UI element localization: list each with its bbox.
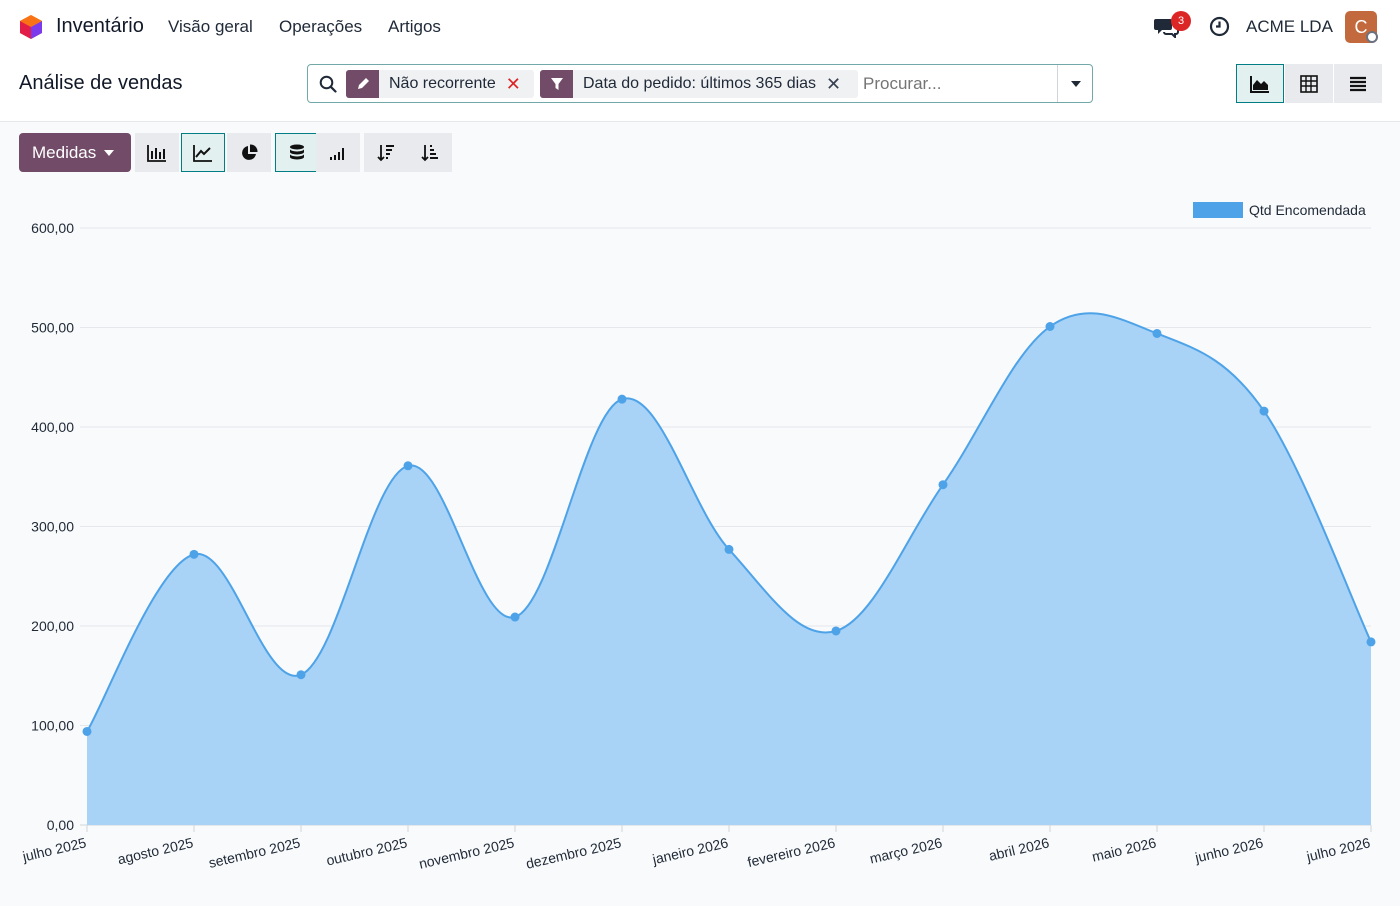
sort-ascending-button[interactable]	[408, 133, 452, 172]
line-chart-button[interactable]	[181, 133, 225, 172]
data-point[interactable]	[1045, 322, 1055, 332]
clock-icon[interactable]	[1209, 16, 1230, 37]
x-tick-label: julho 2026	[1304, 834, 1372, 864]
page-title: Análise de vendas	[19, 72, 183, 94]
x-tick-label: julho 2025	[20, 834, 88, 864]
y-tick-label: 0,00	[47, 817, 74, 833]
list-view-button[interactable]	[1334, 64, 1382, 103]
data-point[interactable]	[403, 461, 413, 471]
search-options-toggle[interactable]	[1057, 65, 1093, 102]
x-tick-label: agosto 2025	[116, 834, 195, 867]
bar-chart-icon	[147, 144, 166, 162]
control-panel: Análise de vendas Não recorrente ✕ Data …	[0, 54, 1400, 122]
y-tick-label: 500,00	[31, 320, 74, 336]
series-area-fill	[87, 313, 1371, 825]
y-tick-label: 400,00	[31, 419, 74, 435]
data-point[interactable]	[510, 612, 520, 622]
pie-chart-button[interactable]	[227, 133, 271, 172]
graph-view-button[interactable]	[1236, 64, 1284, 103]
x-tick-label: março 2026	[868, 834, 944, 866]
data-point[interactable]	[1366, 637, 1376, 647]
app-name[interactable]: Inventário	[56, 15, 144, 38]
data-point[interactable]	[1152, 328, 1162, 338]
stacked-button[interactable]	[275, 133, 319, 172]
pivot-view-button[interactable]	[1285, 64, 1333, 103]
pie-chart-icon	[242, 143, 258, 160]
y-tick-label: 600,00	[31, 220, 74, 236]
sort-ascending-icon	[421, 144, 438, 161]
legend-swatch[interactable]	[1193, 202, 1243, 218]
y-tick-label: 100,00	[31, 718, 74, 734]
data-point[interactable]	[831, 626, 841, 636]
facet-data-do-pedido[interactable]: Data do pedido: últimos 365 dias ✕	[540, 70, 858, 98]
area-chart: 0,00 100,00 200,00 300,00 400,00 500,00 600,00…	[20, 202, 1376, 872]
top-navbar: Inventário Visão geral Operações Artigos…	[0, 0, 1400, 54]
x-tick-label: abril 2026	[987, 834, 1051, 863]
notification-badge: 3	[1171, 11, 1191, 31]
cumulative-button[interactable]	[316, 133, 360, 172]
data-point[interactable]	[938, 480, 948, 490]
measures-label: Medidas	[32, 142, 97, 162]
data-point[interactable]	[1259, 406, 1269, 416]
search-input[interactable]	[863, 74, 1053, 94]
legend-label[interactable]: Qtd Encomendada	[1249, 202, 1366, 218]
company-switcher[interactable]: ACME LDA	[1246, 17, 1333, 37]
x-tick-label: maio 2026	[1090, 834, 1158, 864]
line-chart-icon	[193, 144, 212, 162]
graph-area: 0,00 100,00 200,00 300,00 400,00 500,00 600,00…	[0, 182, 1400, 901]
search-bar[interactable]: Não recorrente ✕ Data do pedido: últimos…	[307, 64, 1093, 103]
menu-operacoes[interactable]: Operações	[279, 17, 362, 37]
x-tick-label: outubro 2025	[325, 834, 409, 868]
x-tick-label: junho 2026	[1193, 834, 1265, 865]
data-point[interactable]	[724, 544, 734, 554]
pencil-icon	[346, 70, 379, 98]
data-point[interactable]	[617, 394, 627, 404]
stacked-icon	[290, 144, 304, 159]
y-tick-label: 300,00	[31, 519, 74, 535]
x-tick-label: novembro 2025	[417, 834, 516, 872]
facet-label: Data do pedido: últimos 365 dias	[583, 75, 817, 92]
measures-dropdown[interactable]: Medidas	[19, 133, 131, 172]
menu-artigos[interactable]: Artigos	[388, 17, 441, 37]
app-logo-icon[interactable]	[19, 14, 43, 40]
sort-descending-button[interactable]	[364, 133, 408, 172]
caret-down-icon	[1070, 80, 1081, 87]
y-tick-label: 200,00	[31, 618, 74, 634]
x-tick-label: janeiro 2026	[650, 834, 730, 867]
menu-visao-geral[interactable]: Visão geral	[168, 17, 253, 37]
facet-close-icon[interactable]: ✕	[826, 70, 850, 98]
data-point[interactable]	[82, 726, 92, 736]
x-tick-label: fevereiro 2026	[746, 834, 837, 870]
data-point[interactable]	[296, 670, 306, 680]
search-icon[interactable]	[319, 75, 337, 93]
bar-chart-button[interactable]	[135, 133, 179, 172]
facet-close-icon[interactable]: ✕	[506, 70, 530, 98]
list-icon	[1350, 76, 1366, 91]
cumulative-icon	[330, 147, 344, 160]
facet-nao-recorrente[interactable]: Não recorrente ✕	[346, 70, 534, 98]
x-tick-label: dezembro 2025	[524, 834, 623, 872]
filter-icon	[540, 70, 573, 98]
sort-descending-icon	[377, 144, 394, 161]
area-chart-icon	[1250, 75, 1269, 93]
presence-status-icon	[1366, 31, 1378, 43]
facet-label: Não recorrente	[389, 75, 496, 92]
x-tick-label: setembro 2025	[207, 834, 302, 871]
caret-down-icon	[104, 149, 115, 156]
data-point[interactable]	[189, 549, 199, 559]
table-icon	[1300, 74, 1318, 93]
graph-toolbar: Medidas	[0, 122, 1400, 182]
